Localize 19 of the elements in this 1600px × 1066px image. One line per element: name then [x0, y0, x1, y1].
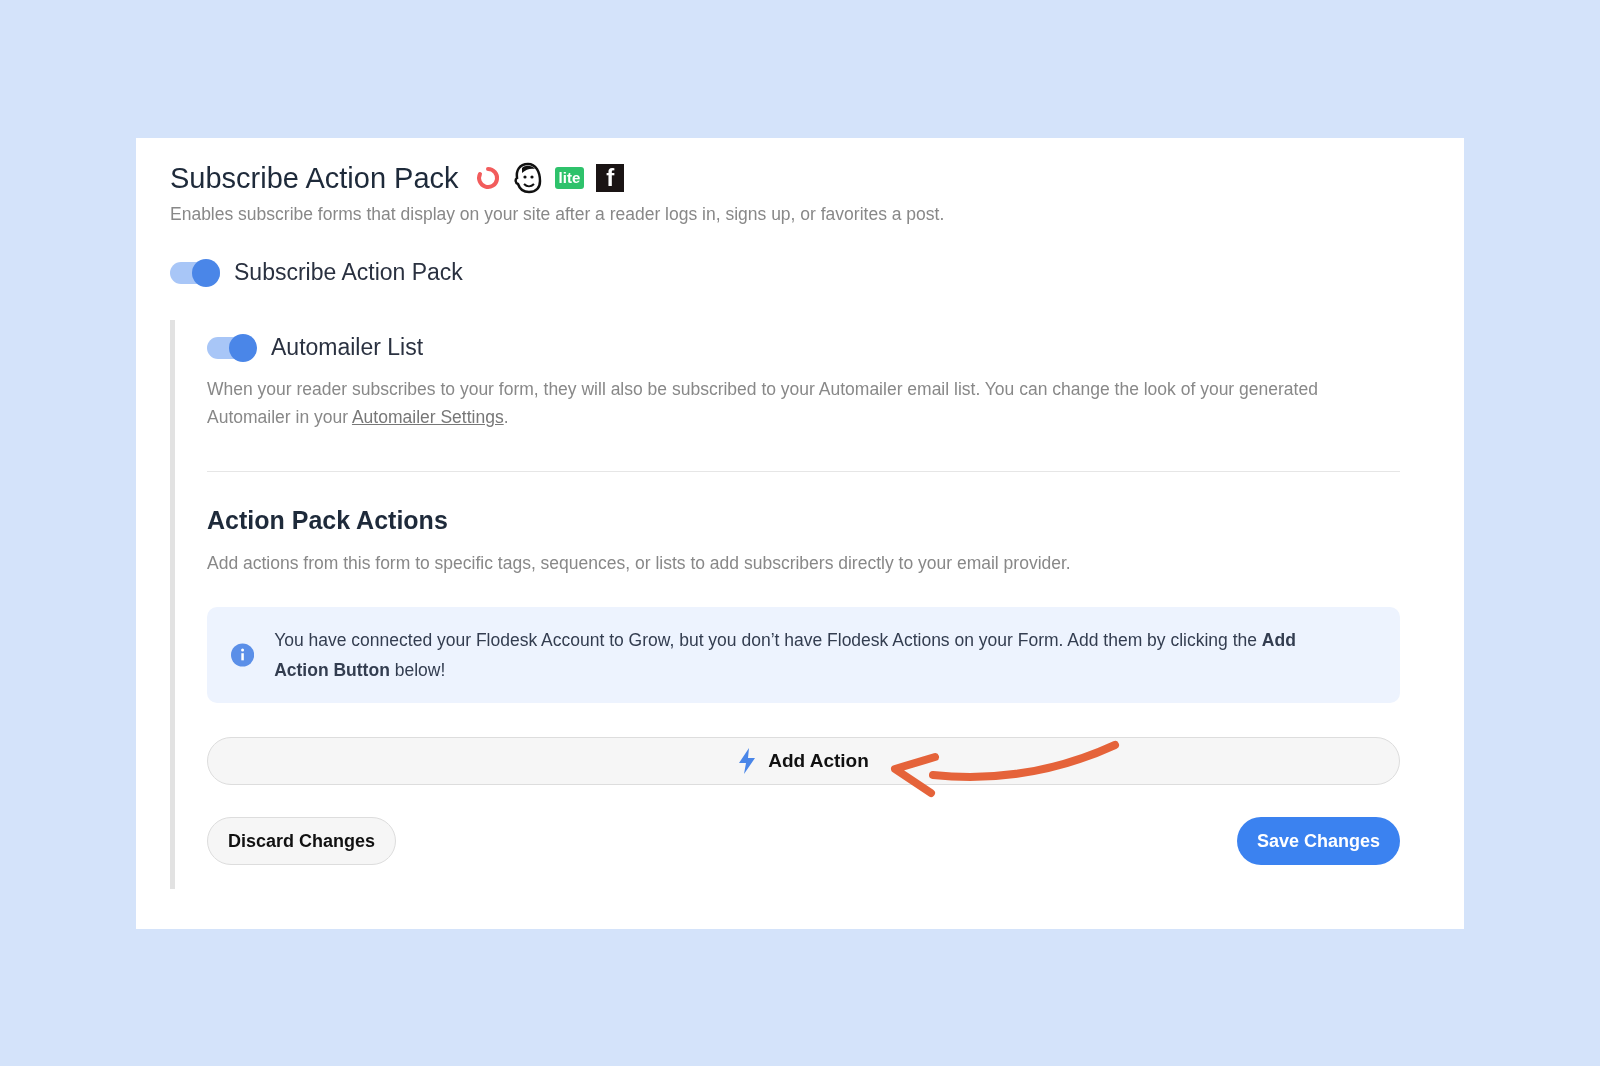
notice-text: You have connected your Flodesk Account to Grow, but you don’t have Flodesk Actions on your Form. Add them by clicking the Add Action Button below! [274, 629, 1297, 682]
toggle-switch[interactable] [207, 336, 257, 359]
section-title: Subscribe Action Pack [170, 161, 459, 195]
info-icon [231, 642, 255, 668]
toggle-label: Subscribe Action Pack [234, 259, 463, 286]
add-action-button[interactable]: Add Action [207, 737, 1400, 785]
actions-heading: Action Pack Actions [207, 506, 449, 535]
section-description: Enables subscribe forms that display on your site after a reader logs in, signs up, or favorites a post. [170, 204, 946, 225]
discard-changes-button[interactable]: Discard Changes [207, 817, 397, 865]
automailer-settings-link[interactable]: Automailer Settings [351, 407, 504, 427]
toggle-switch[interactable] [170, 261, 220, 284]
toggle-label: Automailer List [271, 334, 424, 361]
save-changes-button[interactable]: Save Changes [1236, 817, 1400, 865]
lightning-icon [738, 748, 757, 774]
ring-logo-icon [474, 165, 501, 191]
lite-logo-icon: lite [554, 167, 585, 189]
automailer-description: When your reader subscribes to your form, they will also be subscribed to your Automailer email list. You can change the look of your generated Automailer in your Automailer Settings. [207, 378, 1319, 429]
actions-description: Add actions from this form to specific tags, sequences, or lists to add subscribers directly to your email provider. [207, 552, 1072, 575]
f-logo-icon: f [596, 164, 625, 192]
